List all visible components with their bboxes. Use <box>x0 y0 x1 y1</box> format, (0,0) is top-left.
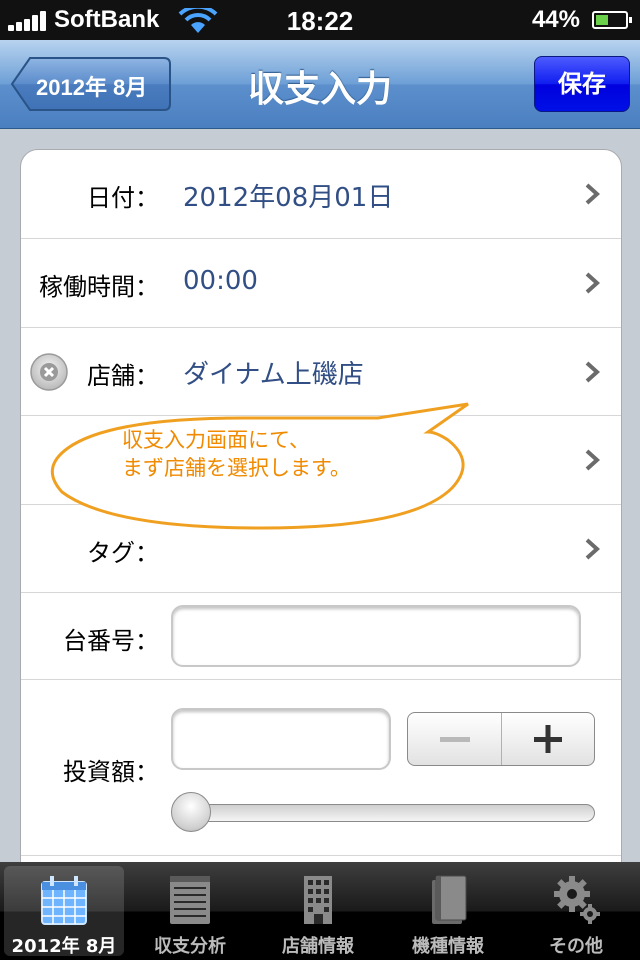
navigation-bar: 2012年 8月 収支入力 保存 <box>0 40 640 129</box>
machine-number-input[interactable] <box>171 605 581 667</box>
chevron-right-icon <box>585 272 600 294</box>
tab-label: 収支分析 <box>154 936 226 957</box>
book-icon <box>432 875 467 924</box>
calendar-icon <box>41 876 87 925</box>
battery-icon <box>592 11 632 29</box>
building-icon <box>304 876 332 924</box>
investment-row: 投資額： <box>21 680 621 856</box>
save-button[interactable]: 保存 <box>534 56 630 112</box>
date-label: 日付： <box>87 184 159 212</box>
hours-label: 稼働時間： <box>39 273 159 301</box>
clear-icon[interactable] <box>29 352 69 392</box>
date-row[interactable]: 日付： 2012年08月01日 <box>21 150 621 239</box>
callout-text: 収支入力画面にて、 まず店舗を選択します。 <box>122 426 351 482</box>
notepad-icon <box>170 876 210 924</box>
tab-machines[interactable]: 機種情報 <box>388 866 508 957</box>
store-row[interactable]: 店舗： ダイナム上磯店 <box>21 328 621 416</box>
tab-label: 機種情報 <box>412 936 484 957</box>
chevron-right-icon <box>585 449 600 471</box>
machine-number-label: 台番号： <box>63 627 159 655</box>
investment-input[interactable] <box>171 708 391 770</box>
chevron-right-icon <box>585 361 600 383</box>
stepper-plus-button[interactable] <box>502 713 594 765</box>
investment-stepper <box>407 712 595 766</box>
form-group: 日付： 2012年08月01日 稼働時間： 00:00 店舗： ダイナム上磯店 … <box>20 149 622 862</box>
gear-icon <box>554 876 600 924</box>
chevron-right-icon <box>585 538 600 560</box>
tab-bar: 2012年 8月 収支分析 店舗情報 機種情報 その他 <box>0 862 640 960</box>
form-scroll-area[interactable]: 日付： 2012年08月01日 稼働時間： 00:00 店舗： ダイナム上磯店 … <box>0 129 640 862</box>
investment-slider-track[interactable] <box>173 804 595 822</box>
chevron-right-icon <box>585 183 600 205</box>
store-label: 店舗： <box>87 362 159 390</box>
tab-analysis[interactable]: 収支分析 <box>130 866 250 957</box>
tab-label: 店舗情報 <box>282 936 354 957</box>
hours-value: 00:00 <box>183 266 258 296</box>
tag-row[interactable]: タグ： <box>21 505 621 593</box>
tab-stores[interactable]: 店舗情報 <box>258 866 378 957</box>
battery-percent: 44% <box>531 6 580 33</box>
status-bar: SoftBank 18:22 44% <box>0 0 640 40</box>
tab-label: 2012年 8月 <box>11 936 117 957</box>
tag-label: タグ： <box>87 539 159 567</box>
tab-label: その他 <box>549 936 603 957</box>
callout-line-1: 収支入力画面にて、 <box>122 428 310 452</box>
tab-other[interactable]: その他 <box>516 866 636 957</box>
hours-row[interactable]: 稼働時間： 00:00 <box>21 239 621 328</box>
callout-line-2: まず店舗を選択します。 <box>122 456 351 480</box>
plus-icon <box>534 725 562 753</box>
machine-number-row: 台番号： <box>21 593 621 680</box>
tab-calendar[interactable]: 2012年 8月 <box>4 866 124 957</box>
investment-label: 投資額： <box>63 758 159 786</box>
date-value: 2012年08月01日 <box>183 183 394 213</box>
investment-slider-thumb[interactable] <box>171 792 211 832</box>
minus-icon <box>440 737 470 742</box>
store-value: ダイナム上磯店 <box>183 360 364 390</box>
stepper-minus-button[interactable] <box>408 713 502 765</box>
